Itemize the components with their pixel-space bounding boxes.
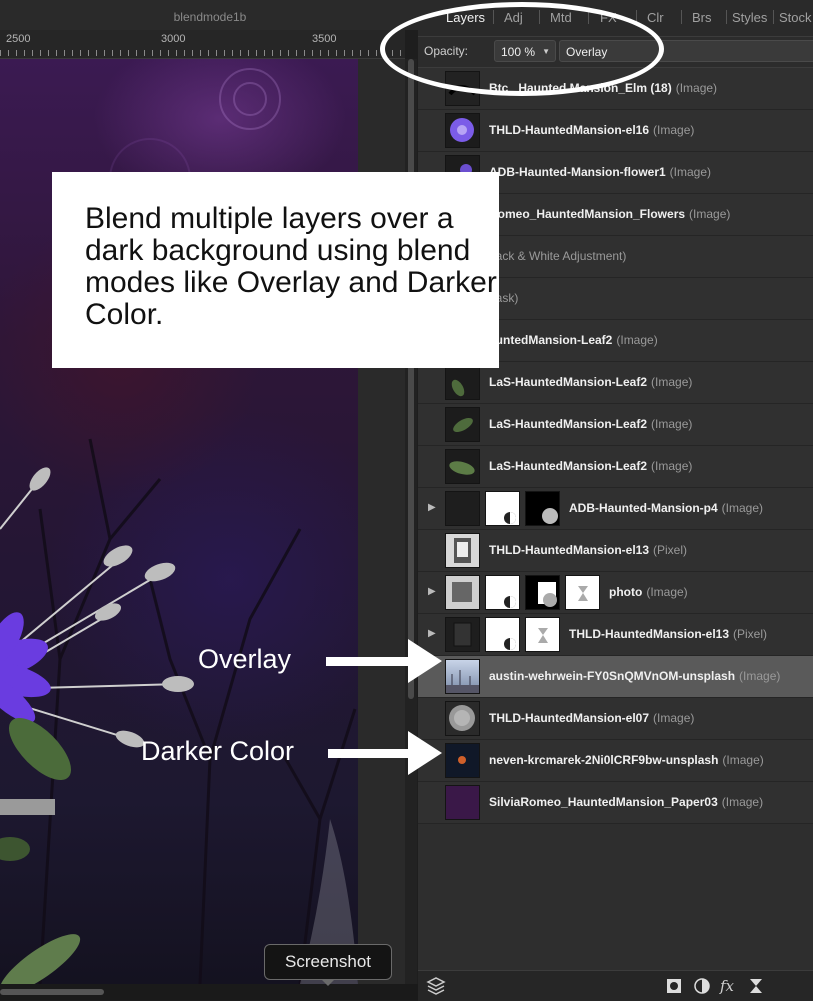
layer-row[interactable]: LaS-HauntedMansion-Leaf2 (Image) xyxy=(418,446,813,488)
mask-thumbnail xyxy=(565,575,600,610)
tutorial-callout: Blend multiple layers over a dark backgr… xyxy=(52,172,499,368)
ruler-label: 2500 xyxy=(6,33,31,45)
horizontal-ruler: 2500 3000 3500 xyxy=(0,30,405,59)
layer-thumbnail xyxy=(445,365,480,400)
horizontal-scrollbar[interactable] xyxy=(0,984,418,1000)
layer-name: ADB-Haunted-Mansion-flower1 (Image) xyxy=(489,165,712,179)
layer-thumbnail xyxy=(445,701,480,736)
layer-thumbnail xyxy=(445,575,480,610)
layers-panel: Layers Adj Mtd FX Clr Brs Styles Stock O… xyxy=(418,0,813,1001)
screenshot-tooltip: Screenshot xyxy=(264,944,392,986)
expand-triangle-icon[interactable]: ▶ xyxy=(428,628,436,639)
tab-separator xyxy=(681,10,682,24)
overlay-annotation-label: Overlay xyxy=(198,644,292,674)
ruler-ticks xyxy=(0,50,405,56)
layer-row[interactable]: ▶ THLD-HauntedMansion-el13 (Pixel) xyxy=(418,614,813,656)
layer-name: lack & White Adjustment) xyxy=(493,249,627,263)
mask-thumbnail xyxy=(525,491,560,526)
layer-row-selected[interactable]: austin-wehrwein-FY0SnQMVnOM-unsplash (Ima… xyxy=(418,656,813,698)
layer-row[interactable]: THLD-HauntedMansion-el07 (Image) xyxy=(418,698,813,740)
scrollbar-thumb[interactable] xyxy=(0,989,104,995)
layer-name: SilviaRomeo_HauntedMansion_Paper03 (Image… xyxy=(489,795,764,809)
expand-triangle-icon[interactable]: ▶ xyxy=(428,502,436,513)
layer-thumbnail xyxy=(445,743,480,778)
layer-thumbnail xyxy=(445,659,480,694)
tab-clr[interactable]: Clr xyxy=(647,10,664,25)
darker-color-annotation-label: Darker Color xyxy=(141,736,295,766)
highlight-ellipse xyxy=(380,2,664,96)
ruler-label: 3000 xyxy=(161,33,186,45)
overlay-arrow-head xyxy=(408,639,442,683)
layer-thumbnail xyxy=(445,449,480,484)
tab-separator xyxy=(726,10,727,24)
layer-row[interactable]: LaS-HauntedMansion-Leaf2 (Image) xyxy=(418,404,813,446)
darker-color-arrow-head xyxy=(408,731,442,775)
tab-brs[interactable]: Brs xyxy=(692,10,712,25)
layer-thumbnail xyxy=(445,533,480,568)
layers-bottom-bar: fx xyxy=(418,970,813,1001)
adjustment-thumbnail xyxy=(485,575,520,610)
layer-name: photo (Image) xyxy=(609,585,688,599)
layer-name: Romeo_HauntedMansion_Flowers (Image) xyxy=(489,207,731,221)
layer-thumbnail xyxy=(445,407,480,442)
document-title: blendmode1b xyxy=(0,0,420,30)
layer-name: austin-wehrwein-FY0SnQMVnOM-unsplash (Ima… xyxy=(489,669,781,683)
layer-name: neven-krcmarek-2Ni0lCRF9bw-unsplash (Imag… xyxy=(489,753,764,767)
layer-name: THLD-HauntedMansion-el07 (Image) xyxy=(489,711,695,725)
scrollbar-thumb[interactable] xyxy=(408,59,414,699)
layer-row[interactable]: THLD-HauntedMansion-el16 (Image) xyxy=(418,110,813,152)
layer-row[interactable]: ▶ ADB-Haunted-Mansion-p4 (Image) xyxy=(418,488,813,530)
layer-name: THLD-HauntedMansion-el13 (Pixel) xyxy=(489,543,688,557)
layer-thumbnail xyxy=(445,491,480,526)
fx-icon[interactable]: fx xyxy=(720,977,734,995)
layers-stack-icon[interactable] xyxy=(426,977,446,999)
ruler-label: 3500 xyxy=(312,33,337,45)
layer-name: auntedMansion-Leaf2 (Image) xyxy=(489,333,658,347)
expand-triangle-icon[interactable]: ▶ xyxy=(428,586,436,597)
layer-row[interactable]: ▶ photo (Image) xyxy=(418,572,813,614)
adjustment-icon[interactable] xyxy=(693,977,711,999)
layer-name: THLD-HauntedMansion-el13 (Pixel) xyxy=(569,627,768,641)
overlay-arrow xyxy=(326,657,410,666)
mask-icon[interactable] xyxy=(665,977,683,999)
layer-name: THLD-HauntedMansion-el16 (Image) xyxy=(489,123,695,137)
layer-row[interactable]: SilviaRomeo_HauntedMansion_Paper03 (Image… xyxy=(418,782,813,824)
layer-thumbnail xyxy=(445,785,480,820)
layer-row[interactable]: THLD-HauntedMansion-el13 (Pixel) xyxy=(418,530,813,572)
layer-row[interactable]: neven-krcmarek-2Ni0lCRF9bw-unsplash (Imag… xyxy=(418,740,813,782)
darker-color-arrow xyxy=(328,749,410,758)
tab-separator xyxy=(773,10,774,24)
tab-styles[interactable]: Styles xyxy=(732,10,767,25)
mask-thumbnail xyxy=(525,575,560,610)
tab-stock[interactable]: Stock xyxy=(779,10,812,25)
layer-thumbnail xyxy=(445,113,480,148)
layer-name: LaS-HauntedMansion-Leaf2 (Image) xyxy=(489,375,693,389)
hourglass-icon[interactable] xyxy=(748,977,764,999)
layer-thumbnail xyxy=(445,617,480,652)
layer-row[interactable]: LaS-HauntedMansion-Leaf2 (Image) xyxy=(418,362,813,404)
mask-thumbnail xyxy=(525,617,560,652)
adjustment-thumbnail xyxy=(485,617,520,652)
layer-name: ADB-Haunted-Mansion-p4 (Image) xyxy=(569,501,764,515)
adjustment-thumbnail xyxy=(485,491,520,526)
layer-name: LaS-HauntedMansion-Leaf2 (Image) xyxy=(489,417,693,431)
layer-name: LaS-HauntedMansion-Leaf2 (Image) xyxy=(489,459,693,473)
